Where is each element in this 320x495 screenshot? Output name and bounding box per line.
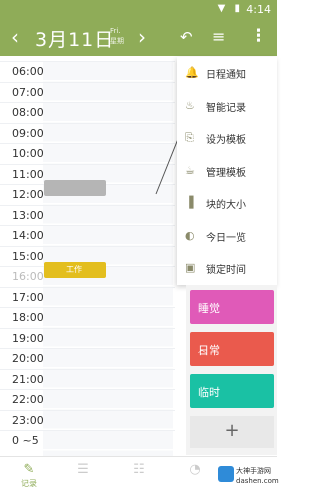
nav-icon: ✎ [23,462,35,477]
menu-item[interactable]: ♨ 智能记录 [177,90,277,122]
more-icon[interactable]: ⋮ [250,26,267,46]
hour-row[interactable]: 17:00 [0,286,175,308]
hour-row[interactable]: 22:00 [0,389,175,410]
nav-icon: ☰ [77,462,89,477]
nav-item[interactable]: ◔ [170,457,220,495]
category-label: 临时 [198,386,220,399]
hour-label: 20:00 [12,352,44,365]
watermark-line1: 大神手游网 [236,467,271,475]
hour-label: 07:00 [12,85,44,99]
hour-row[interactable]: 18:00 [0,307,175,328]
category-sleep[interactable]: 睡觉 [190,290,274,324]
hour-label: 08:00 [12,106,44,119]
menu-item[interactable]: ⎘ 设为模板 [177,122,277,154]
weekday-top: Fri. [110,27,121,35]
hour-label: 11:00 [12,167,44,181]
hour-label: 15:00 [12,249,44,263]
category-temp[interactable]: 临时 [190,374,274,408]
hour-label: 0 ~5 [12,434,39,447]
hour-label: 16:00 [12,270,44,283]
timeline: 06:00 07:00 08:00 09:00 10:00 11:00 12:00 13:00… [0,56,175,456]
menu-item-label: 锁定时间 [206,265,246,276]
watermark-line2: dashen.com [236,477,279,485]
hour-label: 18:00 [12,311,44,324]
hour-row[interactable]: 10:00 [0,143,175,164]
hour-row[interactable]: 21:00 [0,368,175,390]
status-icons: ▼ ▮ [217,3,243,14]
hour-label: 10:00 [12,147,44,160]
nav-item[interactable]: ✎ 记录 [4,457,54,495]
menu-item-label: 日程通知 [206,70,246,81]
category-daily[interactable]: 日常 ︿ [190,332,274,366]
watermark-logo [218,466,234,482]
prev-day-button[interactable]: ‹ [11,25,19,49]
hour-row[interactable]: 23:00 [0,409,175,431]
nav-item[interactable]: ☷ [114,457,164,495]
nav-icon: ◔ [189,462,201,477]
dropdown-menu: 🔔 日程通知 ♨ 智能记录 ⎘ 设为模板 ☕ 管理模板 ▐ 块的大小 ◐ 今日一览 ▣ 锁定时间 [177,57,277,285]
menu-item-label: 智能记录 [206,102,246,114]
chevron-up-icon[interactable]: ︿ [198,344,269,355]
menu-item-icon: ☕ [185,163,195,177]
hour-row[interactable]: 13:00 [0,204,175,226]
hour-label: 23:00 [12,413,44,427]
nav-label: 记录 [21,479,37,488]
menu-item-icon: 🔔 [185,66,199,79]
hour-label: 17:00 [12,290,44,304]
event-block[interactable] [44,180,106,196]
hour-label: 13:00 [12,208,44,222]
work-event-block[interactable]: 工作 [44,262,106,278]
menu-item-icon: ⎘ [185,131,194,144]
hour-row[interactable]: 0 ~5 [0,430,175,451]
menu-item-label: 管理模板 [206,167,246,179]
menu-item-icon: ▐ [185,196,194,209]
watermark-text: 大神手游网 dashen.com [236,466,279,486]
menu-item[interactable]: ☕ 管理模板 [177,155,277,187]
hour-label: 21:00 [12,372,44,386]
hour-label: 06:00 [12,65,44,78]
hour-row[interactable]: 20:00 [0,348,175,369]
menu-icon[interactable]: ≡ [212,27,225,46]
menu-item-label: 块的大小 [206,200,246,211]
menu-item[interactable]: ▣ 锁定时间 [177,252,277,284]
hour-label: 12:00 [12,188,44,201]
menu-item-icon: ▣ [185,261,196,274]
next-day-button[interactable]: › [138,25,146,49]
undo-icon[interactable]: ↶ [180,28,193,46]
hour-row[interactable]: 14:00 [0,225,175,246]
hour-row[interactable]: 06:00 [0,61,175,82]
hour-label: 22:00 [12,393,44,406]
hour-label: 09:00 [12,126,44,140]
menu-item[interactable]: ▐ 块的大小 [177,187,277,219]
category-panel: 睡觉 日常 ︿ 临时 + [186,285,277,455]
hour-label: 19:00 [12,331,44,345]
status-bar: ▼ ▮ 4:14 [0,0,277,20]
nav-icon: ☷ [133,462,145,477]
menu-item-icon: ♨ [185,98,195,112]
toolbar: ‹ 3月11日 Fri. 星期 › ↶ ≡ ⋮ [0,20,277,56]
weekday-label: Fri. 星期 [110,26,124,46]
hour-row[interactable]: 09:00 [0,122,175,144]
nav-item[interactable]: ☰ [58,457,108,495]
category-label: 睡觉 [198,302,220,315]
status-time: 4:14 [246,3,271,16]
menu-item-label: 今日一览 [206,232,246,244]
menu-item-icon: ◐ [185,228,195,242]
menu-item-label: 设为模板 [206,135,246,146]
hour-row[interactable]: 08:00 [0,102,175,123]
hour-row[interactable]: 19:00 [0,327,175,349]
hour-label: 14:00 [12,229,44,242]
menu-item[interactable]: 🔔 日程通知 [177,57,277,89]
hour-row[interactable]: 07:00 [0,81,175,103]
watermark: 大神手游网 dashen.com [218,463,279,493]
work-block-label: 工作 [66,265,82,274]
current-date[interactable]: 3月11日 [35,25,114,52]
weekday-bottom: 星期 [110,37,124,45]
add-category-button[interactable]: + [190,416,274,448]
menu-item[interactable]: ◐ 今日一览 [177,220,277,252]
